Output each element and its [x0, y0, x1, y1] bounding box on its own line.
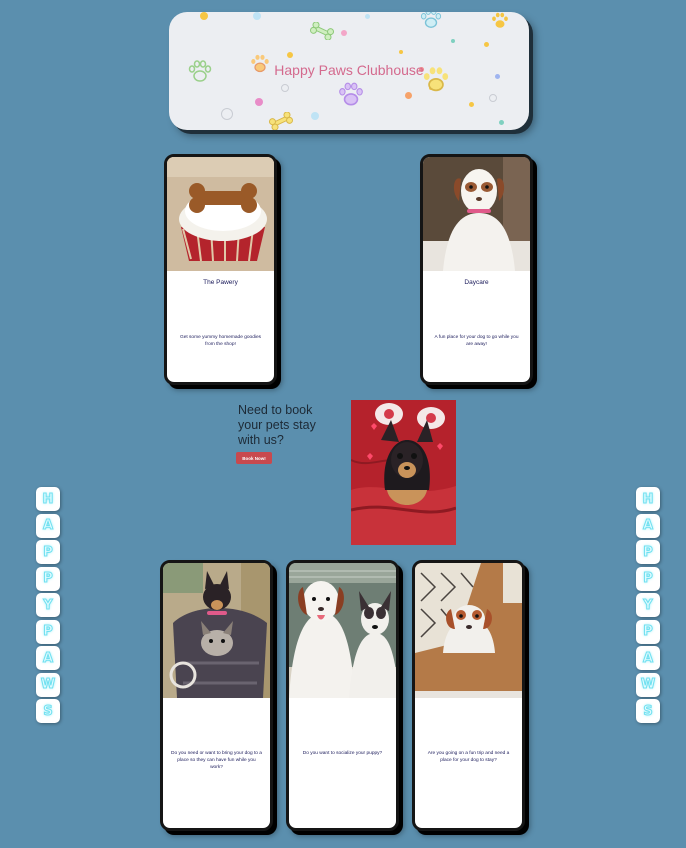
side-letter: Y	[636, 593, 660, 617]
work-daycare-card[interactable]: Do you need or want to bring your dog to…	[160, 560, 273, 831]
bone-icon	[268, 112, 294, 130]
side-letter: P	[36, 566, 60, 591]
side-letter: A	[636, 513, 660, 538]
side-letter: P	[36, 540, 60, 564]
pawery-card[interactable]: The Pawery Get some yummy homemade goodi…	[164, 154, 277, 385]
paw-icon	[420, 12, 442, 28]
side-letter: S	[636, 699, 660, 723]
featured-dog-photo	[351, 400, 456, 545]
side-letter: A	[636, 646, 660, 670]
paw-icon	[492, 12, 508, 28]
side-letter: A	[36, 513, 60, 538]
dogs-in-stroller-photo	[163, 563, 270, 698]
site-title: Happy Paws Clubhouse	[274, 62, 424, 78]
side-letter: P	[636, 540, 660, 564]
paw-icon	[339, 82, 363, 106]
dog-photo	[423, 157, 530, 271]
dog-on-floor-photo	[415, 563, 522, 698]
card-description: Do you want to socialize your puppy?	[302, 751, 383, 756]
side-letter: A	[36, 646, 60, 670]
side-letter: H	[36, 487, 60, 511]
side-letter: S	[36, 699, 60, 723]
card-description: Do you need or want to bring your dog to…	[171, 751, 262, 770]
side-letter: P	[636, 619, 660, 644]
card-description: Get some yummy homemade goodies from the…	[179, 335, 262, 347]
book-now-button[interactable]: Book Now!	[236, 452, 272, 464]
card-description: A fun place for your dog to go while you…	[434, 335, 519, 347]
card-title: The Pawery	[203, 279, 238, 286]
side-letter: W	[636, 672, 660, 697]
socialize-card[interactable]: Do you want to socialize your puppy?	[286, 560, 399, 831]
side-letter: W	[36, 672, 60, 697]
side-letter: H	[636, 487, 660, 511]
side-letter: Y	[36, 593, 60, 617]
cupcake-photo	[167, 157, 274, 271]
bone-icon	[309, 22, 335, 40]
card-title: Daycare	[464, 279, 489, 286]
booking-prompt: Need to book your pets stay with us?	[238, 403, 316, 447]
card-description: Are you going on a fun trip and need a p…	[427, 751, 510, 763]
side-letter: P	[636, 566, 660, 591]
daycare-card[interactable]: Daycare A fun place for your dog to go w…	[420, 154, 533, 385]
left-letter-column: H A P P Y P A W S	[36, 487, 62, 726]
right-letter-column: H A P P Y P A W S	[636, 487, 662, 726]
header-banner: Happy Paws Clubhouse	[169, 12, 529, 130]
side-letter: P	[36, 619, 60, 644]
two-dogs-photo	[289, 563, 396, 698]
boarding-card[interactable]: Are you going on a fun trip and need a p…	[412, 560, 525, 831]
